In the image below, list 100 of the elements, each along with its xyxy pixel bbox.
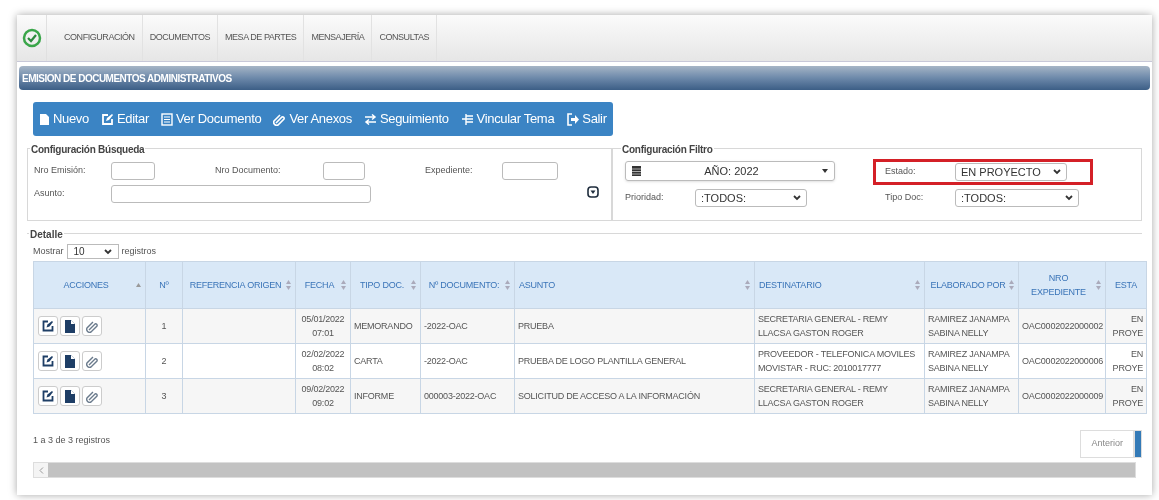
- sort-icon[interactable]: [1009, 280, 1014, 290]
- records-summary: 1 a 3 de 3 registros: [33, 434, 111, 448]
- field-label: Nro Emisión:: [34, 164, 87, 178]
- panel-title: EMISION DE DOCUMENTOS ADMINISTRATIVOS: [19, 66, 1150, 90]
- table-cell: INFORME: [354, 391, 394, 401]
- paperclip-icon: [86, 389, 98, 403]
- chevron-down-icon: [1053, 169, 1061, 175]
- toolbar-button[interactable]: Seguimiento: [357, 102, 455, 136]
- select-field[interactable]: EN PROYECTO: [955, 163, 1067, 181]
- show-label: Mostrar: [33, 244, 64, 258]
- table-cell: CARTA: [354, 356, 383, 366]
- table-cell: 000003-2022-OAC: [424, 391, 497, 401]
- table-cell: 05/01/2022 07:01: [301, 314, 345, 338]
- chevron-down-icon: [1065, 195, 1073, 201]
- action-button[interactable]: [60, 316, 80, 336]
- menu-item[interactable]: MESA DE PARTES: [218, 15, 305, 61]
- menu-item[interactable]: DOCUMENTOS: [142, 15, 218, 61]
- table-cell: MEMORANDO: [354, 321, 413, 331]
- sort-icon[interactable]: [411, 280, 416, 290]
- table-cell: OAC0002022000009: [1022, 391, 1103, 401]
- link-list-icon: [460, 112, 474, 126]
- table-cell: EN PROYE: [1112, 314, 1143, 338]
- table-cell: PROVEEDOR - TELEFONICA MOVILES MOVISTAR - RUC: 2010017777: [758, 349, 916, 373]
- chevron-down-icon: [103, 248, 112, 255]
- toolbar-button[interactable]: Vincular Tema: [454, 102, 561, 136]
- exit-icon: [566, 112, 580, 126]
- page-size-select[interactable]: 10: [66, 244, 119, 259]
- scroll-left-icon[interactable]: [38, 466, 44, 474]
- table-cell: SECRETARIA GENERAL - REMY LLACSA GASTON ROGER: [758, 314, 888, 338]
- logo-icon: [21, 28, 42, 48]
- menu-item[interactable]: CONSULTAS: [372, 15, 438, 61]
- sort-icon[interactable]: [341, 280, 346, 290]
- table-cell: 2: [161, 356, 167, 366]
- action-button[interactable]: [60, 386, 80, 406]
- table-cell: -2022-OAC: [424, 321, 468, 331]
- edit-icon: [42, 355, 54, 367]
- field-label: Expediente:: [425, 164, 474, 178]
- select-field[interactable]: :TODOS:: [955, 189, 1079, 207]
- table-cell: PRUEBA DE LOGO PLANTILLA GENERAL: [518, 356, 686, 366]
- sort-icon[interactable]: [745, 280, 750, 290]
- page-button[interactable]: [1134, 430, 1142, 458]
- table-cell: RAMIREZ JANAMPA SABINA NELLY: [928, 314, 1009, 338]
- page-button[interactable]: Anterior: [1080, 430, 1134, 458]
- file-icon: [65, 319, 75, 333]
- table-cell: 02/02/2022 08:02: [301, 349, 345, 373]
- menu-item[interactable]: CONFIGURACIÓN: [57, 15, 143, 61]
- table-cell: 1: [161, 321, 167, 331]
- edit-icon: [100, 112, 114, 126]
- action-button[interactable]: [38, 316, 58, 336]
- field-label: Estado:: [885, 165, 917, 179]
- horizontal-scrollbar[interactable]: [33, 462, 1136, 478]
- search-legend: Configuración Búsqueda: [30, 142, 146, 157]
- caret-icon: [822, 169, 828, 173]
- table-cell: EN PROYE: [1112, 349, 1143, 373]
- paperclip-icon: [86, 319, 98, 333]
- field-label: Nro Documento:: [215, 164, 282, 178]
- toolbar-button[interactable]: Editar: [94, 102, 155, 136]
- select-field[interactable]: :TODOS:: [695, 189, 807, 207]
- text-input[interactable]: [323, 162, 365, 180]
- file-icon: [65, 389, 75, 403]
- table-cell: 3: [161, 391, 167, 401]
- toolbar-button[interactable]: Ver Documento: [155, 102, 268, 136]
- menu-item[interactable]: MENSAJERÍA: [304, 15, 373, 61]
- year-select[interactable]: AÑO: 2022: [625, 161, 835, 181]
- calendar-icon: [632, 166, 641, 176]
- toolbar-button[interactable]: Nuevo: [33, 102, 95, 136]
- sort-icon[interactable]: [505, 280, 510, 290]
- action-button[interactable]: [60, 351, 80, 371]
- table-cell: OAC0002022000002: [1022, 321, 1103, 331]
- edit-icon: [42, 390, 54, 402]
- list-icon: [161, 112, 173, 126]
- sort-icon[interactable]: [915, 280, 920, 290]
- table-cell: PRUEBA: [518, 321, 554, 331]
- table-cell: -2022-OAC: [424, 356, 468, 366]
- file-icon: [65, 354, 75, 368]
- document-icon: [39, 112, 50, 126]
- text-input[interactable]: [111, 162, 155, 180]
- field-label: Asunto:: [34, 187, 66, 201]
- text-input[interactable]: [502, 162, 558, 180]
- swap-arrows-icon: [363, 113, 377, 125]
- toolbar-button[interactable]: Ver Anexos: [267, 102, 358, 136]
- paperclip-icon: [273, 112, 287, 126]
- table-cell: 09/02/2022 09:02: [301, 384, 345, 408]
- filter-legend: Configuración Filtro: [621, 142, 714, 157]
- collapse-icon[interactable]: [587, 186, 599, 198]
- table-cell: SOLICITUD DE ACCESO A LA INFORMACIÓN: [518, 391, 700, 401]
- sort-icon[interactable]: [1096, 280, 1101, 290]
- field-label: Prioridad:: [625, 191, 665, 205]
- table-cell: OAC0002022000006: [1022, 356, 1103, 366]
- field-label: Tipo Doc:: [885, 191, 925, 205]
- action-button[interactable]: [38, 351, 58, 371]
- sort-icon[interactable]: [286, 280, 291, 290]
- chevron-down-icon: [793, 195, 801, 201]
- sort-ascending-icon[interactable]: [136, 283, 141, 287]
- text-input[interactable]: [111, 185, 371, 203]
- action-button[interactable]: [38, 386, 58, 406]
- paperclip-icon: [86, 354, 98, 368]
- table-cell: RAMIREZ JANAMPA SABINA NELLY: [928, 349, 1009, 373]
- toolbar-button[interactable]: Salir: [560, 102, 613, 136]
- table-cell: RAMIREZ JANAMPA SABINA NELLY: [928, 384, 1009, 408]
